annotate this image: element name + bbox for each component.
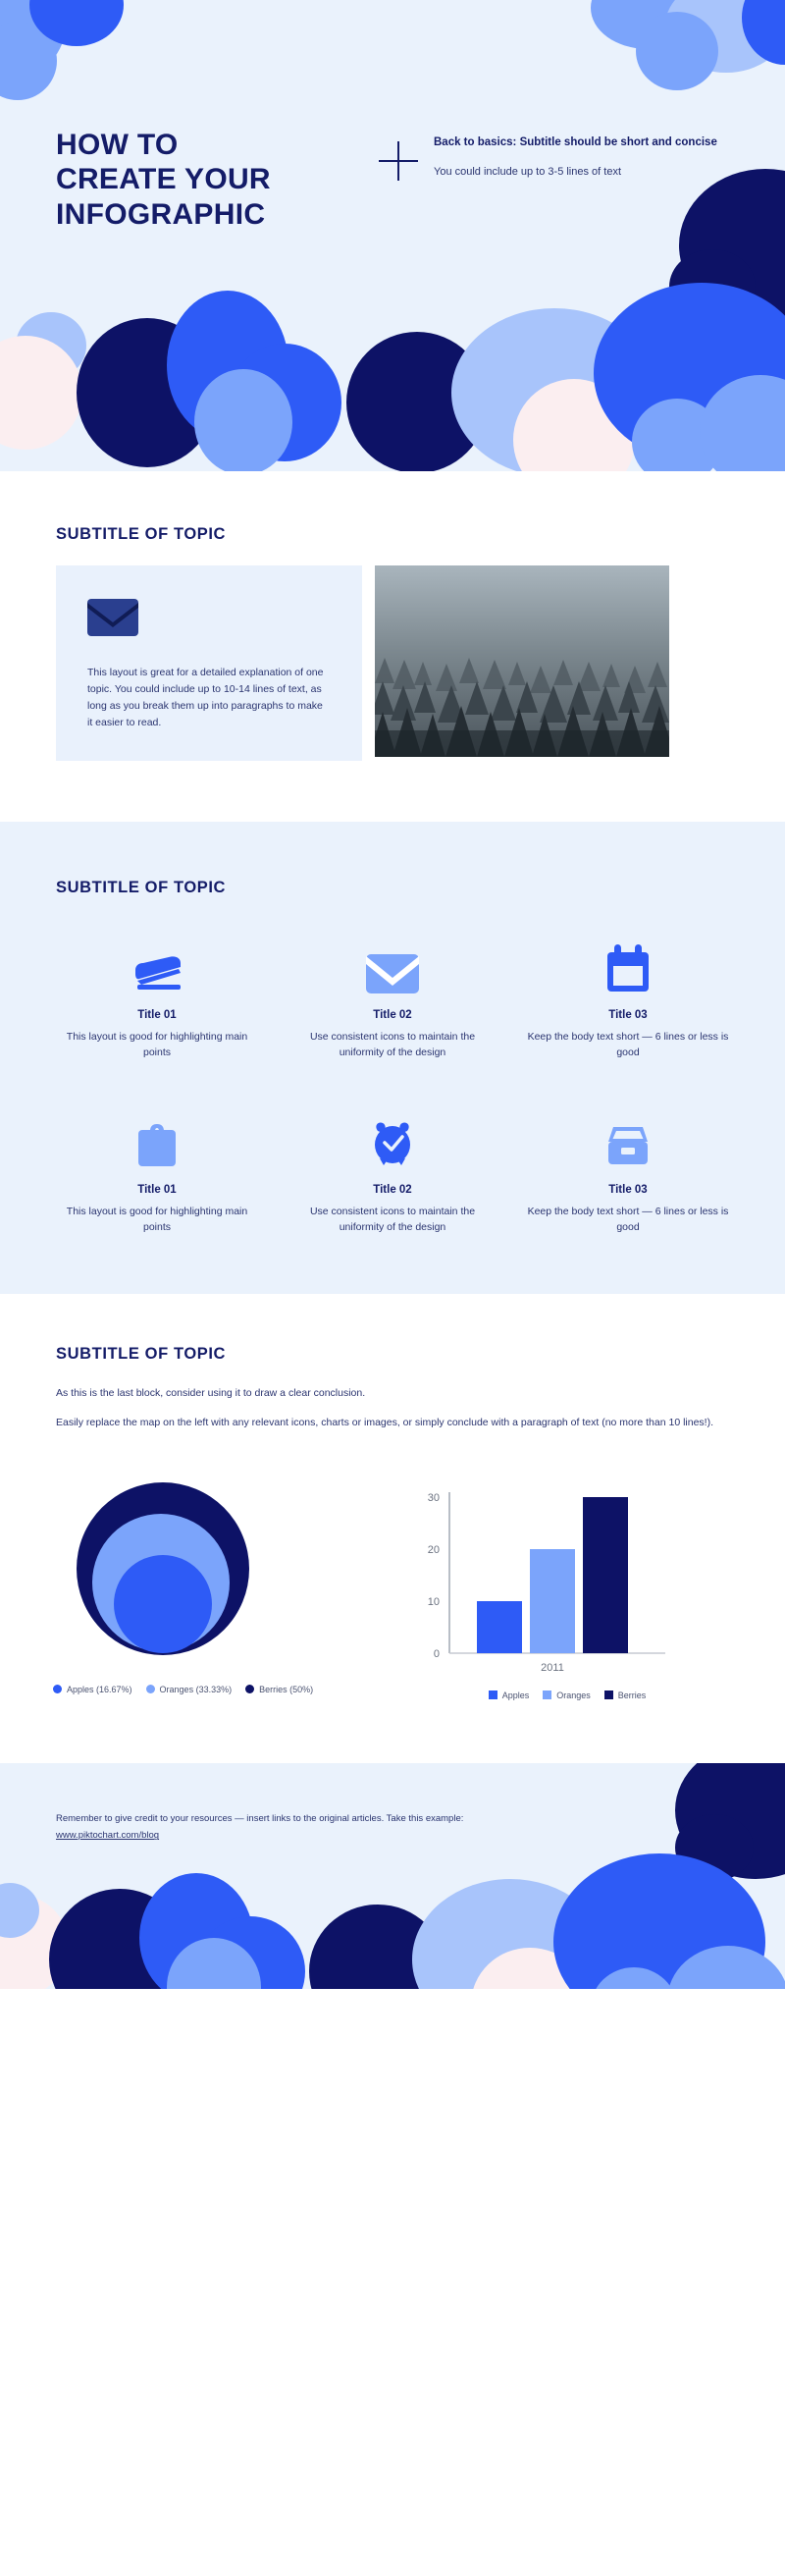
bar-chart-svg: 30 20 10 0 2011 bbox=[428, 1491, 665, 1674]
grid-item-desc: This layout is good for highlighting mai… bbox=[66, 1031, 248, 1058]
header-section: HOW TO CREATE YOUR INFOGRAPHIC Back to b… bbox=[0, 0, 785, 471]
y-tick-30: 30 bbox=[428, 1492, 440, 1504]
grid-item-title: Title 01 bbox=[137, 1009, 177, 1021]
grid-item-title: Title 02 bbox=[373, 1009, 412, 1021]
legend-swatch-oranges bbox=[543, 1690, 552, 1700]
legend-swatch-berries bbox=[245, 1685, 255, 1694]
footer-credit-text: Remember to give credit to your resource… bbox=[56, 1812, 464, 1824]
legend-item: Berries (50%) bbox=[245, 1685, 313, 1694]
section-three-title: SUBTITLE OF TOPIC bbox=[56, 1345, 227, 1364]
conclusion-text: As this is the last block, consider usin… bbox=[0, 1385, 785, 1431]
conclusion-paragraph-2: Easily replace the map on the left with … bbox=[56, 1417, 714, 1429]
foggy-forest-photo bbox=[375, 565, 669, 757]
alarm-clock-icon bbox=[288, 1111, 497, 1168]
bar-chart: 30 20 10 0 2011 Apples Oranges Berries bbox=[402, 1475, 746, 1704]
bar-oranges bbox=[530, 1548, 575, 1653]
grid-item-title: Title 01 bbox=[137, 1184, 177, 1197]
envelope-icon bbox=[288, 937, 497, 993]
envelope-icon bbox=[87, 599, 331, 641]
grid-item-title: Title 02 bbox=[373, 1184, 412, 1197]
icon-grid-row-1: Title 01 This layout is good for highlig… bbox=[0, 919, 785, 1060]
legend-item: Oranges (33.33%) bbox=[145, 1684, 233, 1694]
grid-item: Title 02 Use consistent icons to maintai… bbox=[275, 1094, 510, 1235]
y-tick-20: 20 bbox=[428, 1544, 440, 1556]
x-tick-2011: 2011 bbox=[541, 1662, 564, 1674]
plus-divider-column bbox=[363, 128, 434, 181]
explanation-card: This layout is great for a detailed expl… bbox=[56, 565, 362, 761]
legend-item: Oranges bbox=[543, 1690, 591, 1700]
bubble-chart: Apples (16.67%) Oranges (33.33%) Berries… bbox=[39, 1475, 402, 1698]
legend-item: Berries bbox=[603, 1690, 647, 1700]
y-tick-10: 10 bbox=[428, 1596, 440, 1608]
legend-swatch-apples bbox=[53, 1685, 62, 1694]
section-one-title: SUBTITLE OF TOPIC bbox=[56, 525, 227, 543]
footer-divider bbox=[0, 1746, 785, 1763]
stapler-icon bbox=[53, 937, 261, 993]
grid-item-title: Title 03 bbox=[608, 1009, 648, 1021]
charts-row: Apples (16.67%) Oranges (33.33%) Berries… bbox=[0, 1445, 785, 1704]
y-tick-0: 0 bbox=[434, 1648, 440, 1660]
grid-item-desc: Use consistent icons to maintain the uni… bbox=[309, 1206, 476, 1233]
legend-swatch-berries bbox=[603, 1690, 613, 1700]
footer-content: Remember to give credit to your resource… bbox=[56, 1812, 605, 1844]
legend-swatch-oranges bbox=[145, 1685, 155, 1694]
grid-item-desc: Keep the body text short — 6 lines or le… bbox=[527, 1031, 729, 1058]
calendar-icon bbox=[524, 937, 732, 993]
header-decorative-blobs bbox=[0, 0, 785, 471]
page-title-line-2: CREATE YOUR bbox=[56, 163, 271, 196]
section-two: SUBTITLE OF TOPIC Title 01 This layout i… bbox=[0, 822, 785, 1295]
grid-item: Title 03 Keep the body text short — 6 li… bbox=[510, 1094, 746, 1235]
file-box-icon bbox=[524, 1111, 732, 1168]
legend-label: Apples bbox=[501, 1690, 530, 1700]
section-one-row: This layout is great for a detailed expl… bbox=[0, 565, 785, 761]
legend-item: Apples bbox=[488, 1690, 530, 1700]
header-subtitle-body: You could include up to 3-5 lines of tex… bbox=[434, 166, 622, 179]
footer-section: Remember to give credit to your resource… bbox=[0, 1762, 785, 1989]
legend-label: Apples (16.67%) bbox=[67, 1684, 132, 1694]
grid-item: Title 01 This layout is good for highlig… bbox=[39, 919, 275, 1060]
section-two-title: SUBTITLE OF TOPIC bbox=[56, 879, 227, 896]
subtitle-column: Back to basics: Subtitle should be short… bbox=[434, 128, 728, 180]
section-three: SUBTITLE OF TOPIC As this is the last bl… bbox=[0, 1294, 785, 1747]
bubble-chart-svg bbox=[77, 1481, 249, 1655]
legend-swatch-apples bbox=[488, 1690, 497, 1700]
infographic-page: HOW TO CREATE YOUR INFOGRAPHIC Back to b… bbox=[0, 0, 785, 2576]
grid-item-desc: Use consistent icons to maintain the uni… bbox=[309, 1031, 476, 1058]
footer-link[interactable]: www.piktochart.com/blog bbox=[56, 1830, 159, 1841]
footer-decorative-blobs bbox=[0, 1762, 785, 1989]
plus-icon bbox=[379, 141, 418, 181]
explanation-card-text: This layout is great for a detailed expl… bbox=[87, 667, 324, 728]
grid-item: Title 01 This layout is good for highlig… bbox=[39, 1094, 275, 1235]
grid-item: Title 02 Use consistent icons to maintai… bbox=[275, 919, 510, 1060]
bar-apples bbox=[477, 1600, 522, 1653]
grid-item-desc: Keep the body text short — 6 lines or le… bbox=[527, 1206, 729, 1233]
page-title: HOW TO CREATE YOUR INFOGRAPHIC bbox=[56, 128, 363, 232]
header-content: HOW TO CREATE YOUR INFOGRAPHIC Back to b… bbox=[0, 128, 785, 232]
page-title-line-3: INFOGRAPHIC bbox=[56, 197, 266, 231]
header-subtitle-bold: Back to basics: Subtitle should be short… bbox=[434, 136, 717, 148]
grid-item-title: Title 03 bbox=[608, 1184, 648, 1197]
title-column: HOW TO CREATE YOUR INFOGRAPHIC bbox=[0, 128, 363, 232]
grid-item-desc: This layout is good for highlighting mai… bbox=[66, 1206, 248, 1233]
briefcase-icon bbox=[53, 1111, 261, 1168]
conclusion-paragraph-1: As this is the last block, consider usin… bbox=[56, 1387, 366, 1400]
bar-chart-legend: Apples Oranges Berries bbox=[402, 1690, 746, 1704]
legend-label: Berries (50%) bbox=[259, 1684, 314, 1694]
blob-top-right-light-2 bbox=[636, 12, 718, 90]
legend-item: Apples (16.67%) bbox=[53, 1685, 132, 1694]
page-title-line-1: HOW TO bbox=[56, 129, 179, 161]
legend-label: Berries bbox=[617, 1690, 647, 1700]
grid-item: Title 03 Keep the body text short — 6 li… bbox=[510, 919, 746, 1060]
blob-bottom-light-1 bbox=[194, 369, 292, 471]
bubble-chart-legend: Apples (16.67%) Oranges (33.33%) Berries… bbox=[39, 1685, 402, 1698]
icon-grid-row-2: Title 01 This layout is good for highlig… bbox=[0, 1094, 785, 1235]
legend-label: Oranges (33.33%) bbox=[159, 1684, 233, 1694]
section-one: SUBTITLE OF TOPIC This layout is great f… bbox=[0, 471, 785, 822]
legend-label: Oranges bbox=[556, 1690, 591, 1700]
bar-berries bbox=[583, 1496, 628, 1653]
bubble-apples bbox=[114, 1554, 212, 1653]
